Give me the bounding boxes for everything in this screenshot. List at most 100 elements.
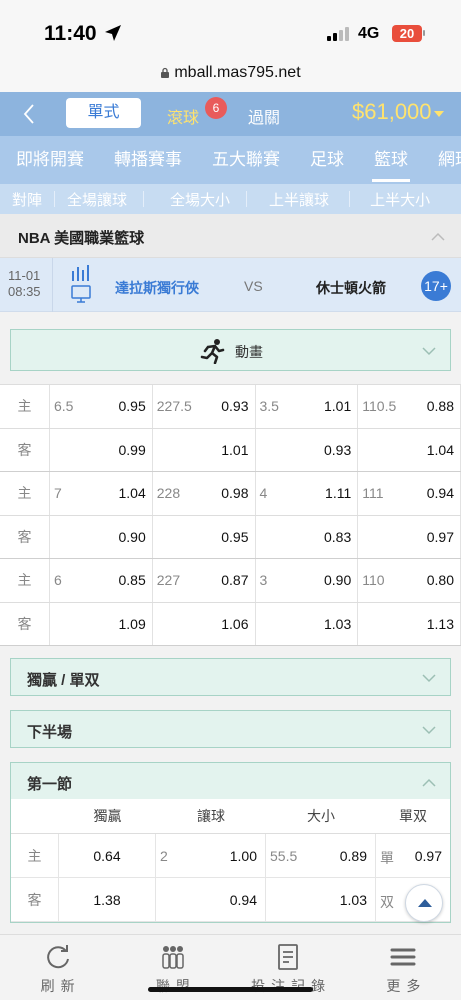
chevron-up-icon[interactable]	[422, 778, 436, 787]
odds-cell[interactable]: 1.09	[50, 602, 153, 645]
odds-cell[interactable]: 7 1.04	[50, 472, 153, 515]
odds-value: 1.01	[221, 441, 249, 458]
league-header[interactable]: NBA 美國職業籃球	[0, 214, 461, 258]
section-title: 第一節	[27, 776, 73, 793]
tab-basketball[interactable]: 籃球	[358, 136, 422, 184]
handicap-value: 110.5	[362, 398, 397, 414]
more-markets-button[interactable]: 17+	[421, 271, 451, 301]
odds-cell[interactable]: 3.5 1.01	[256, 385, 359, 428]
odds-cell[interactable]: 0.90	[50, 515, 153, 558]
odds-cell[interactable]: 1.03	[256, 602, 359, 645]
odds-cell[interactable]: 0.95	[153, 515, 256, 558]
market-tab-matchup[interactable]: 對陣	[0, 189, 54, 210]
scroll-to-top-button[interactable]	[405, 884, 443, 922]
odds-cell[interactable]: 227 0.87	[153, 559, 256, 602]
market-tabs: 對陣 全場讓球 全場大小 上半讓球 上半大小	[0, 184, 461, 214]
tv-icon[interactable]	[71, 285, 91, 303]
odds-value: 1.01	[324, 398, 352, 414]
nav-refresh[interactable]: 刷新	[0, 935, 115, 1000]
tab-tennis[interactable]: 網球	[422, 136, 461, 184]
odds-value: 1.09	[118, 615, 146, 632]
handicap-value: 6	[54, 572, 62, 588]
table-row: 客 0.90 0.95 0.83 0.97	[0, 515, 461, 559]
document-icon	[278, 944, 299, 970]
odds-cell[interactable]: 0.99	[50, 428, 153, 471]
url-text: mball.mas795.net	[174, 64, 301, 81]
market-tab-full-handicap[interactable]: 全場讓球	[55, 189, 143, 210]
odds-cell[interactable]: 0.83	[256, 515, 359, 558]
chevron-up-icon[interactable]	[431, 232, 445, 241]
odds-cell[interactable]: 4 1.11	[256, 472, 359, 515]
odds-cell[interactable]: 1.06	[153, 602, 256, 645]
odds-table: 主 6.5 0.95 227.5 0.93 3.5 1.01 110.5 0.88 客 …	[0, 384, 461, 646]
match-row[interactable]: 11-01 08:35 達拉斯獨行俠 VS 休士頓火箭 17+	[0, 258, 461, 312]
handicap-value: 2	[160, 848, 168, 864]
market-tab-full-total[interactable]: 全場大小	[144, 189, 246, 210]
table-header: 獨贏 讓球 大小 單双	[11, 799, 450, 834]
odds-cell[interactable]: 1.38	[59, 878, 156, 921]
odds-cell[interactable]: 1.03	[266, 878, 376, 921]
odds-cell[interactable]: 0.93	[256, 428, 359, 471]
odds-value: 1.13	[426, 615, 454, 632]
table-row: 主 0.64 2 1.00 55.5 0.89 單 0.97	[11, 834, 450, 878]
section-second-half[interactable]: 下半場	[10, 710, 451, 748]
odds-value: 0.85	[118, 572, 146, 588]
tab-upcoming[interactable]: 即將開賽	[0, 136, 98, 184]
odds-cell[interactable]: 110 0.80	[358, 559, 461, 602]
animation-toggle[interactable]: 動畫	[10, 329, 451, 371]
odds-cell[interactable]: 0.64	[59, 834, 156, 877]
market-tab-half-total[interactable]: 上半大小	[350, 189, 442, 210]
odds-cell[interactable]: 111 0.94	[358, 472, 461, 515]
section-moneyline-oddeven[interactable]: 獨贏 / 單双	[10, 658, 451, 696]
match-time: 08:35	[8, 284, 41, 299]
nav-label: 聯盟	[155, 978, 196, 994]
handicap-value: 6.5	[54, 398, 74, 414]
odds-cell[interactable]: 3 0.90	[256, 559, 359, 602]
tab-top-leagues[interactable]: 五大聯賽	[196, 136, 294, 184]
balance-display[interactable]: $61,000	[352, 99, 432, 125]
tab-live[interactable]: 滾球	[167, 104, 199, 128]
odds-cell[interactable]: 2 1.00	[156, 834, 266, 877]
url-bar[interactable]: mball.mas795.net	[0, 58, 461, 92]
stats-chart-icon[interactable]	[70, 265, 92, 281]
market-tab-half-handicap[interactable]: 上半讓球	[247, 189, 349, 210]
side-label: 客	[0, 515, 50, 558]
odds-cell[interactable]: 0.94	[156, 878, 266, 921]
odds-value: 0.94	[426, 485, 454, 501]
odds-cell[interactable]: 1.13	[358, 602, 461, 645]
odds-value: 1.11	[325, 485, 352, 501]
side-label: 客	[0, 602, 50, 645]
live-count-badge: 6	[205, 97, 227, 119]
caret-down-icon[interactable]	[434, 111, 444, 117]
odds-cell[interactable]: 1.04	[358, 428, 461, 471]
chevron-down-icon[interactable]	[422, 726, 436, 735]
tab-broadcast[interactable]: 轉播賽事	[98, 136, 196, 184]
chevron-down-icon[interactable]	[422, 674, 436, 683]
odds-cell[interactable]: 6 0.85	[50, 559, 153, 602]
tab-parlay[interactable]: 過關	[248, 104, 280, 128]
handicap-value: 111	[362, 485, 384, 501]
odds-value: 1.04	[426, 441, 454, 458]
odd-even-label: 單	[380, 850, 394, 866]
odds-value: 0.90	[324, 572, 352, 588]
odds-cell[interactable]: 110.5 0.88	[358, 385, 461, 428]
section-first-quarter[interactable]: 第一節	[10, 762, 451, 800]
nav-more[interactable]: 更多	[346, 935, 461, 1000]
odds-cell[interactable]: 6.5 0.95	[50, 385, 153, 428]
odds-value: 0.93	[324, 441, 352, 458]
odds-cell[interactable]: 單 0.97	[376, 834, 450, 877]
odds-cell[interactable]: 1.01	[153, 428, 256, 471]
back-chevron-icon[interactable]	[20, 102, 40, 126]
handicap-value: 7	[54, 485, 62, 501]
odds-cell[interactable]: 55.5 0.89	[266, 834, 376, 877]
odds-cell[interactable]: 0.97	[358, 515, 461, 558]
odds-value: 1.03	[339, 892, 367, 908]
odds-cell[interactable]: 228 0.98	[153, 472, 256, 515]
refresh-icon	[46, 945, 69, 969]
chevron-down-icon[interactable]	[422, 347, 436, 356]
tab-single[interactable]: 單式	[66, 98, 141, 128]
tab-soccer[interactable]: 足球	[294, 136, 358, 184]
side-label: 客	[11, 878, 59, 921]
odds-cell[interactable]: 227.5 0.93	[153, 385, 256, 428]
side-label: 客	[0, 428, 50, 471]
